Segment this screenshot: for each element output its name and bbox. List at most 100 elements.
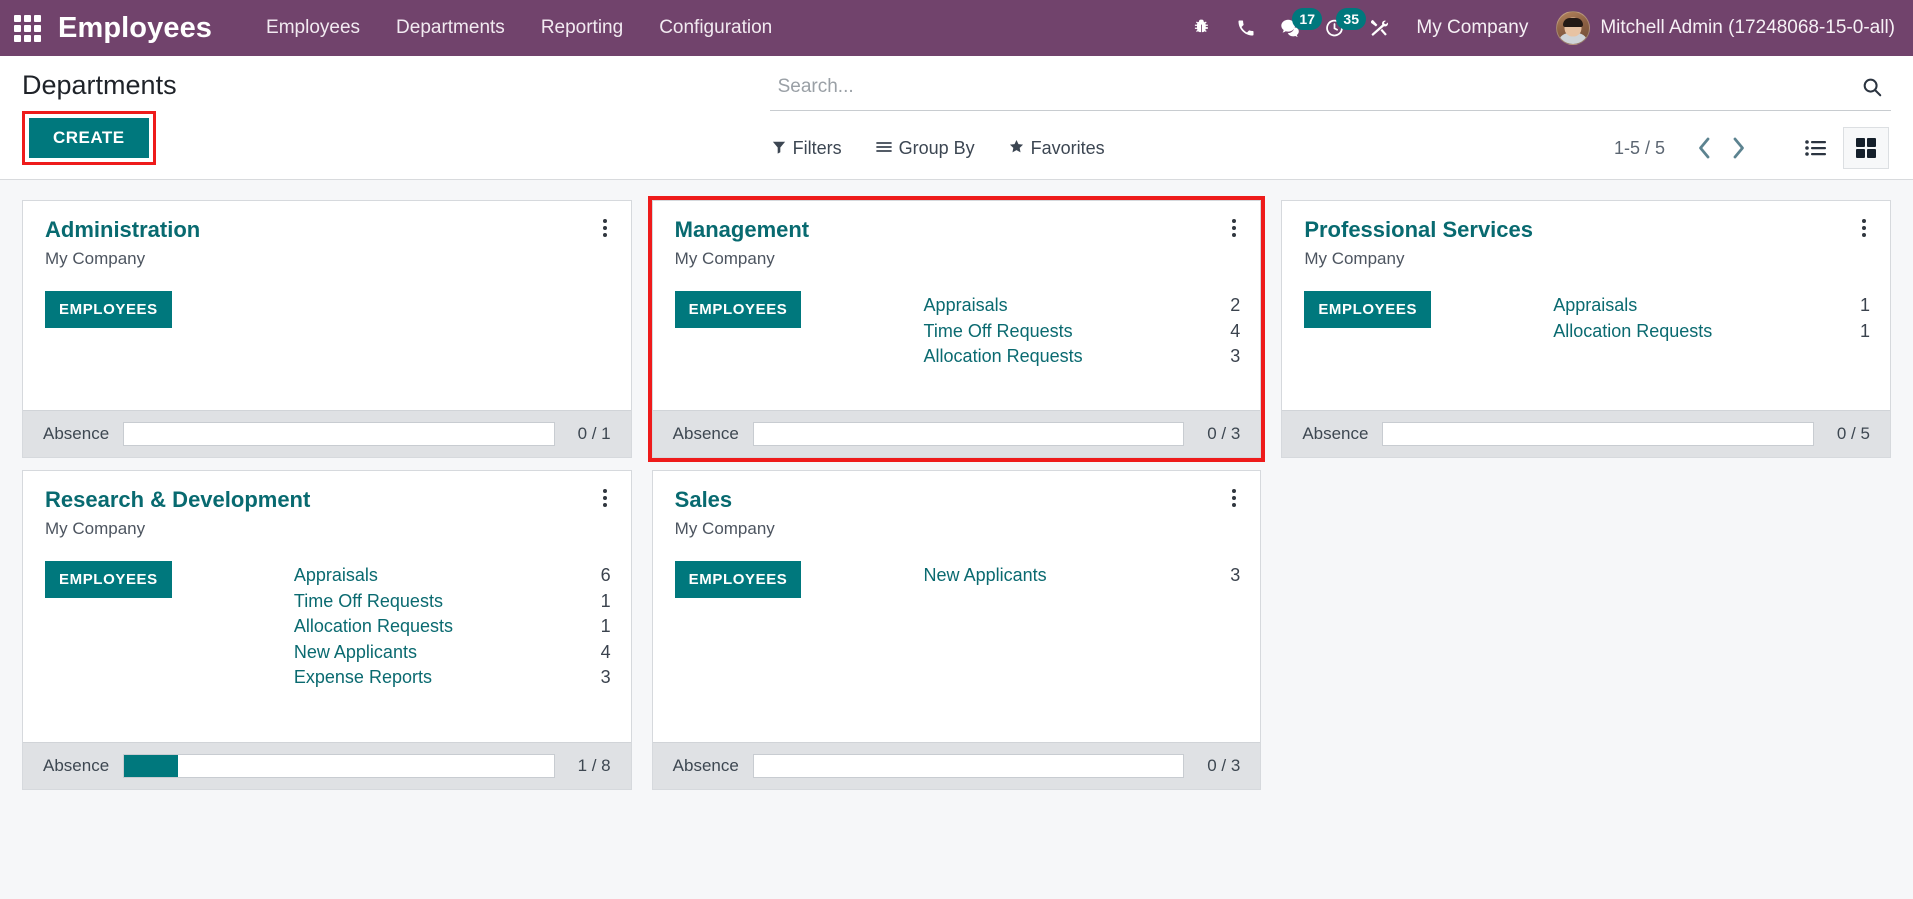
stat-label[interactable]: Appraisals — [924, 293, 1008, 319]
stat-row[interactable]: Appraisals 2 — [924, 293, 1241, 319]
card-footer: Absence 0 / 5 — [1282, 410, 1890, 457]
search-icon[interactable] — [1855, 72, 1889, 102]
stat-value: 3 — [1230, 346, 1241, 367]
card-slot: Research & Development My Company EMPLOY… — [12, 464, 642, 796]
kebab-menu-icon[interactable] — [1224, 485, 1244, 511]
employees-button[interactable]: EMPLOYEES — [1304, 291, 1432, 328]
department-card-management[interactable]: Management My Company EMPLOYEES Appraisa… — [647, 196, 1266, 462]
menu-item-departments[interactable]: Departments — [378, 9, 523, 47]
absence-progress-bar[interactable] — [1382, 422, 1814, 446]
menu-item-employees[interactable]: Employees — [248, 9, 378, 47]
stat-value: 1 — [600, 590, 611, 611]
absence-value: 0 / 1 — [577, 424, 611, 443]
absence-progress-bar[interactable] — [752, 754, 1185, 778]
stat-label[interactable]: Appraisals — [294, 563, 378, 589]
department-title[interactable]: Professional Services — [1304, 217, 1870, 243]
control-panel: Departments CREATE Filters — [0, 56, 1913, 180]
card-main: EMPLOYEES — [45, 291, 611, 328]
card-body: Management My Company EMPLOYEES Appraisa… — [653, 201, 1261, 410]
stat-value: 3 — [600, 667, 611, 688]
favorites-label: Favorites — [1030, 137, 1105, 158]
top-navbar: Employees Employees Departments Reportin… — [0, 0, 1913, 56]
department-title[interactable]: Sales — [675, 487, 1241, 513]
absence-progress-bar[interactable] — [752, 422, 1185, 446]
stat-row[interactable]: Appraisals 6 — [294, 563, 611, 589]
chevron-right-icon[interactable] — [1721, 132, 1755, 164]
kebab-menu-icon[interactable] — [595, 215, 615, 241]
favorites-dropdown[interactable]: Favorites — [1009, 134, 1123, 163]
stat-label[interactable]: Time Off Requests — [294, 589, 443, 615]
star-icon — [1009, 138, 1024, 159]
page-title: Departments — [22, 70, 177, 100]
stat-label[interactable]: Expense Reports — [294, 665, 432, 691]
department-card-professional-services[interactable]: Professional Services My Company EMPLOYE… — [1281, 200, 1891, 458]
stat-label[interactable]: New Applicants — [294, 640, 417, 666]
menu-item-configuration[interactable]: Configuration — [641, 9, 790, 47]
stat-label[interactable]: Appraisals — [1553, 293, 1637, 319]
stat-value: 1 — [1859, 320, 1870, 341]
developer-tools-icon[interactable] — [1356, 6, 1400, 50]
department-title[interactable]: Management — [675, 217, 1241, 243]
department-title[interactable]: Research & Development — [45, 487, 611, 513]
apps-grid-icon[interactable] — [10, 11, 44, 45]
phone-icon[interactable] — [1224, 6, 1268, 50]
stat-label[interactable]: Allocation Requests — [294, 614, 453, 640]
filters-dropdown[interactable]: Filters — [772, 134, 860, 163]
card-body: Administration My Company EMPLOYEES — [23, 201, 631, 410]
bug-icon[interactable] — [1180, 6, 1224, 50]
navbar-right-tools: 17 35 My Company Mitchell Admin (1724806 — [1180, 6, 1899, 50]
absence-value: 0 / 5 — [1836, 424, 1870, 443]
absence-progress-bar[interactable] — [123, 754, 555, 778]
card-main: EMPLOYEES Appraisals 6 Time Off Requests… — [45, 561, 611, 691]
chevron-left-icon[interactable] — [1687, 132, 1721, 164]
kanban-grid-icon[interactable] — [1843, 127, 1889, 169]
stat-row[interactable]: Time Off Requests 1 — [294, 589, 611, 615]
absence-progress-bar[interactable] — [123, 422, 555, 446]
stat-row[interactable]: Expense Reports 3 — [294, 665, 611, 691]
card-body: Professional Services My Company EMPLOYE… — [1282, 201, 1890, 410]
card-body: Research & Development My Company EMPLOY… — [23, 471, 631, 742]
department-card-administration[interactable]: Administration My Company EMPLOYEES Abse… — [22, 200, 632, 458]
stat-list: Appraisals 1 Allocation Requests 1 — [1553, 291, 1870, 344]
view-switcher — [1793, 127, 1889, 169]
activities-clock-icon[interactable]: 35 — [1312, 6, 1366, 50]
menu-item-reporting[interactable]: Reporting — [523, 9, 641, 47]
stat-row[interactable]: New Applicants 3 — [924, 563, 1241, 589]
create-button[interactable]: CREATE — [29, 118, 149, 158]
kebab-menu-icon[interactable] — [1224, 215, 1244, 241]
stat-value: 1 — [1859, 295, 1870, 315]
filters-label: Filters — [792, 137, 842, 158]
employees-button[interactable]: EMPLOYEES — [45, 561, 172, 598]
stat-label[interactable]: New Applicants — [924, 563, 1047, 589]
kebab-menu-icon[interactable] — [595, 485, 615, 511]
stat-label[interactable]: Time Off Requests — [924, 319, 1073, 345]
search-input[interactable] — [771, 72, 1855, 102]
stat-label[interactable]: Allocation Requests — [924, 344, 1083, 370]
stat-row[interactable]: Time Off Requests 4 — [924, 319, 1241, 345]
department-card-sales[interactable]: Sales My Company EMPLOYEES New Applicant… — [651, 470, 1262, 790]
pager-count: 1-5 / 5 — [1613, 137, 1665, 158]
employees-button[interactable]: EMPLOYEES — [674, 561, 802, 598]
stat-row[interactable]: Allocation Requests 1 — [294, 614, 611, 640]
card-footer: Absence 0 / 3 — [652, 742, 1261, 789]
group-by-dropdown[interactable]: Group By — [875, 134, 993, 163]
stat-row[interactable]: Allocation Requests 1 — [1553, 319, 1870, 345]
stat-label[interactable]: Allocation Requests — [1553, 319, 1712, 345]
group-by-lines-icon — [875, 138, 892, 159]
user-menu[interactable]: Mitchell Admin (17248068-15-0-all) — [1544, 7, 1899, 49]
stat-value: 3 — [1230, 565, 1241, 585]
stat-row[interactable]: Allocation Requests 3 — [924, 344, 1241, 370]
card-main: EMPLOYEES Appraisals 2 Time Off Requests… — [674, 291, 1241, 370]
app-brand-title[interactable]: Employees — [58, 12, 212, 45]
department-title[interactable]: Administration — [45, 217, 611, 243]
kebab-menu-icon[interactable] — [1854, 215, 1874, 241]
employees-button[interactable]: EMPLOYEES — [674, 291, 802, 328]
employees-button[interactable]: EMPLOYEES — [45, 291, 172, 328]
department-card-research-development[interactable]: Research & Development My Company EMPLOY… — [22, 470, 632, 790]
stat-row[interactable]: Appraisals 1 — [1553, 293, 1870, 319]
stat-row[interactable]: New Applicants 4 — [294, 640, 611, 666]
list-icon[interactable] — [1793, 127, 1839, 169]
company-switcher[interactable]: My Company — [1400, 9, 1544, 47]
messages-icon[interactable]: 17 — [1268, 6, 1322, 50]
absence-label: Absence — [43, 756, 110, 775]
